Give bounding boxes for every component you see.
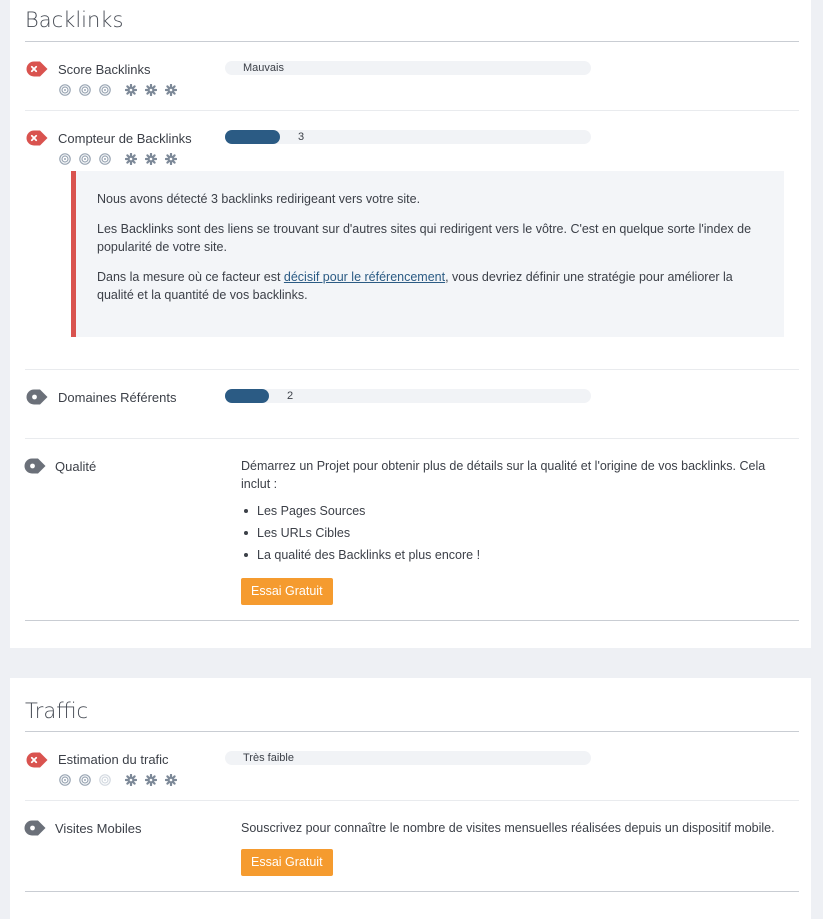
score-backlinks-value: Mauvais <box>243 62 284 74</box>
traffic-estimation-bar: Très faible <box>225 751 591 765</box>
eye-icon <box>26 389 48 405</box>
section-divider <box>25 620 799 621</box>
backlink-counter-label: Compteur de Backlinks <box>58 131 192 146</box>
target-icon-faded <box>99 774 111 786</box>
quality-description: Démarrez un Projet pour obtenir plus de … <box>241 459 766 491</box>
row-divider <box>25 110 799 111</box>
traffic-title: Traffic <box>25 699 89 723</box>
target-icon <box>59 84 71 96</box>
target-icon <box>59 153 71 165</box>
section-divider <box>25 731 799 732</box>
referring-domains-label: Domaines Référents <box>58 390 177 405</box>
gear-icon <box>145 84 157 96</box>
list-item: Les URLs Cibles <box>241 524 480 546</box>
backlink-counter-ratings <box>59 152 185 166</box>
gear-icon <box>145 774 157 786</box>
score-backlinks-label: Score Backlinks <box>58 62 151 77</box>
traffic-estimation-label: Estimation du trafic <box>58 752 169 767</box>
alert-paragraph-detected: Nous avons détecté 3 backlinks redirigea… <box>97 192 421 206</box>
free-trial-button[interactable]: Essai Gratuit <box>241 578 333 605</box>
free-trial-button[interactable]: Essai Gratuit <box>241 849 333 876</box>
backlink-counter-bar: 3 <box>225 130 591 144</box>
eye-icon <box>24 458 46 474</box>
seo-decisive-link[interactable]: décisif pour le référencement <box>284 270 445 284</box>
alert-advice-text-start: Dans la mesure où ce facteur est <box>97 270 284 284</box>
mobile-visits-description: Souscrivez pour connaître le nombre de v… <box>241 821 775 835</box>
row-divider <box>25 369 799 370</box>
mobile-visits-label: Visites Mobiles <box>55 821 142 836</box>
score-backlinks-ratings <box>59 83 185 97</box>
section-divider <box>25 891 799 892</box>
list-item: La qualité des Backlinks et plus encore … <box>241 546 480 568</box>
backlink-counter-alert: Nous avons détecté 3 backlinks redirigea… <box>71 171 784 337</box>
gear-icon <box>165 774 177 786</box>
traffic-section: Traffic Estimation du trafic Très faible… <box>10 678 811 919</box>
row-divider <box>25 438 799 439</box>
target-icon <box>99 153 111 165</box>
error-status-icon <box>26 61 48 77</box>
referring-domains-bar-fill <box>225 389 269 403</box>
gear-icon <box>145 153 157 165</box>
alert-paragraph-advice: Dans la mesure où ce facteur est décisif… <box>97 268 767 304</box>
gear-icon <box>125 774 137 786</box>
traffic-estimation-ratings <box>59 773 185 787</box>
backlink-counter-value: 3 <box>298 131 305 143</box>
gear-icon <box>165 153 177 165</box>
error-status-icon <box>26 130 48 146</box>
target-icon <box>79 84 91 96</box>
target-icon <box>59 774 71 786</box>
gear-icon <box>165 84 177 96</box>
gear-icon <box>125 153 137 165</box>
error-status-icon <box>26 752 48 768</box>
score-backlinks-bar: Mauvais <box>225 61 591 75</box>
quality-label: Qualité <box>55 459 97 474</box>
eye-icon <box>24 820 46 836</box>
referring-domains-bar: 2 <box>225 389 591 403</box>
section-divider <box>25 41 799 42</box>
gear-icon <box>125 84 137 96</box>
row-divider <box>25 800 799 801</box>
backlinks-title: Backlinks <box>25 8 124 32</box>
backlink-counter-bar-fill <box>225 130 280 144</box>
list-item: Les Pages Sources <box>241 502 480 524</box>
backlinks-section: Backlinks Score Backlinks Mauvais Compte… <box>10 0 811 648</box>
target-icon <box>79 153 91 165</box>
traffic-estimation-value: Très faible <box>243 752 294 764</box>
alert-paragraph-definition: Les Backlinks sont des liens se trouvant… <box>97 222 752 254</box>
referring-domains-value: 2 <box>287 390 294 402</box>
target-icon <box>79 774 91 786</box>
quality-feature-list: Les Pages Sources Les URLs Cibles La qua… <box>241 502 480 568</box>
target-icon <box>99 84 111 96</box>
